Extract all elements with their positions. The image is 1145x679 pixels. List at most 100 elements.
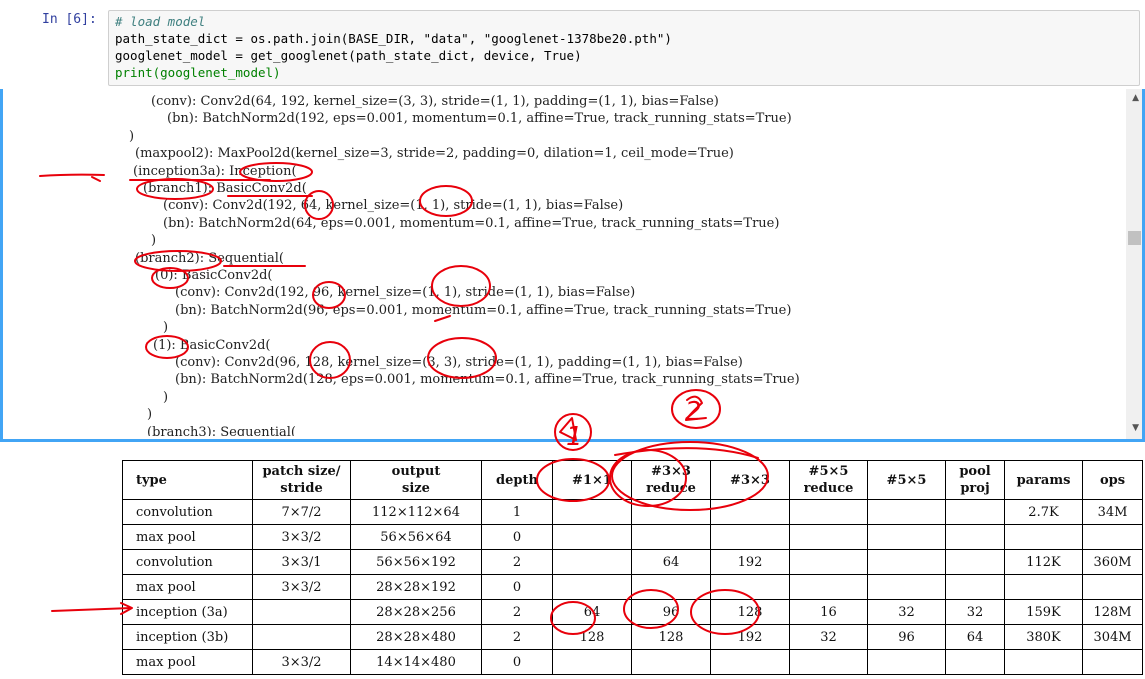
table-cell: convolution [122,549,253,575]
vertical-scrollbar[interactable]: ▲ ▼ [1126,89,1142,439]
table-body: convolution 7×7/2 112×112×64 1 2.7K 34M max po… [122,499,1143,675]
googlenet-architecture-table: type patch size/stride output size depth #1×1… [122,460,1143,675]
table-cell [631,649,711,675]
table-cell [867,499,946,525]
code-comment-line: # load model [115,14,206,29]
output-line: (branch1): BasicConv2d( [143,181,307,196]
table-cell [1082,574,1143,600]
output-line: (bn): BatchNorm2d(128, eps=0.001, moment… [175,372,800,388]
table-cell: 0 [481,524,553,550]
table-cell: 1 [481,499,553,525]
table-cell: 7×7/2 [252,499,351,525]
table-cell: 159K [1004,599,1083,625]
table-cell: 128M [1082,599,1143,625]
output-line: (conv): Conv2d(192, 64, kernel_size=(1, … [163,198,624,214]
table-cell: 192 [710,624,790,650]
table-row: max pool 3×3/2 56×56×64 0 [122,524,1143,550]
table-cell: 28×28×192 [350,574,482,600]
table-cell: convolution [122,499,253,525]
output-line: (bn): BatchNorm2d(96, eps=0.001, momentu… [175,302,792,318]
table-cell [252,624,351,650]
scroll-down-icon[interactable]: ▼ [1132,423,1139,433]
table-cell: 128 [552,624,632,650]
table-cell [945,524,1005,550]
column-header: #5×5 reduce [789,460,868,500]
table-row: max pool 3×3/2 28×28×192 0 [122,574,1143,600]
table-cell: 304M [1082,624,1143,650]
code-line-print: print(googlenet_model) [115,65,281,80]
column-header: params [1004,460,1083,500]
table-cell: 64 [552,599,632,625]
table-cell: max pool [122,649,253,675]
arrow-annotation [51,607,131,612]
column-header: pool proj [945,460,1005,500]
column-header: #3×3 [710,460,790,500]
scroll-thumb[interactable] [1128,231,1141,245]
table-cell [710,499,790,525]
table-cell: 380K [1004,624,1083,650]
output-line: (inception3a): Inception( [133,163,297,179]
table-cell [789,499,868,525]
table-cell: 56×56×64 [350,524,482,550]
table-cell: 0 [481,574,553,600]
table-cell: 16 [789,599,868,625]
table-cell: 128 [710,599,790,625]
table-cell: 28×28×256 [350,599,482,625]
table-cell: 192 [710,549,790,575]
table-cell [1004,574,1083,600]
table-cell: 96 [867,624,946,650]
table-cell: 14×14×480 [350,649,482,675]
table-cell: 56×56×192 [350,549,482,575]
table-cell: max pool [122,524,253,550]
column-header: depth [481,460,553,500]
table-cell [552,499,632,525]
table-cell: 2 [481,599,553,625]
cell-prompt: In [6]: [42,12,97,27]
output-line: (0): BasicConv2d( [155,268,273,283]
table-cell: 2.7K [1004,499,1083,525]
table-cell: 0 [481,649,553,675]
table-cell [867,549,946,575]
table-cell: 32 [867,599,946,625]
table-cell [945,574,1005,600]
table-cell [631,499,711,525]
table-cell: max pool [122,574,253,600]
code-editor[interactable]: # load model path_state_dict = os.path.j… [108,10,1140,86]
table-cell: 360M [1082,549,1143,575]
table-cell: inception (3b) [122,624,253,650]
column-header: #5×5 [867,460,946,500]
table-cell: 96 [631,599,711,625]
table-cell: 64 [631,549,711,575]
code-line-path: path_state_dict = os.path.join(BASE_DIR,… [115,31,672,46]
table-cell: 2 [481,549,553,575]
table-cell: 112K [1004,549,1083,575]
table-cell [945,549,1005,575]
table-cell [1082,524,1143,550]
output-line: (1): BasicConv2d( [153,337,271,353]
column-header: output size [350,460,482,500]
table-row: inception (3b) 28×28×480 2 128 128 192 32 96 64 3… [122,624,1143,650]
output-line: (conv): Conv2d(96, 128, kernel_size=(3, … [175,355,743,370]
table-cell [867,649,946,675]
table-cell [789,574,868,600]
table-cell: inception (3a) [122,599,253,625]
table-cell [789,649,868,675]
code-cell[interactable]: In [6]: # load model path_state_dict = o… [0,0,1145,90]
scroll-up-icon[interactable]: ▲ [1132,93,1139,103]
table-cell [867,574,946,600]
table-cell: 32 [945,599,1005,625]
table-cell [252,599,351,625]
column-header: patch size/stride [252,460,351,500]
column-header: #1×1 [552,460,632,500]
table-row: inception (3a) 28×28×256 2 64 96 128 16 32 32 159… [122,599,1143,625]
output-line: (branch2): Sequential( [135,250,284,266]
output-area[interactable]: (conv): Conv2d(64, 192, kernel_size=(3, … [0,89,1145,442]
table-cell [710,574,790,600]
table-cell: 28×28×480 [350,624,482,650]
table-cell [1004,649,1083,675]
output-line: (branch3): Sequential( [147,424,296,436]
table-cell: 3×3/2 [252,649,351,675]
table-cell [710,524,790,550]
table-cell [552,649,632,675]
column-header: type [122,460,253,500]
